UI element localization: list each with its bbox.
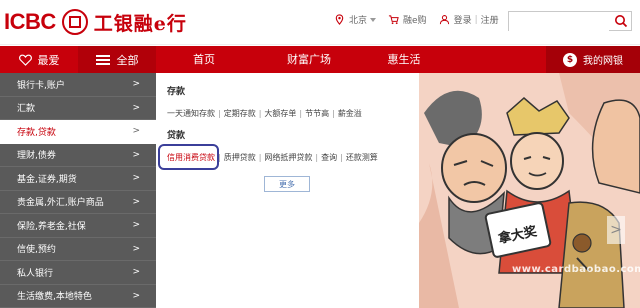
deposits-loans-panel: 存款 一天通知存款 | 定期存款 | 大额存单 | 节节高 | 薪金溢 贷款 信用消费贷… — [156, 73, 419, 308]
link-large-cd[interactable]: 大额存单 — [264, 108, 296, 119]
divider: | — [218, 153, 221, 162]
favorites-label: 最爱 — [37, 53, 60, 67]
nav-item-wealth-square[interactable]: 财富广场 — [252, 46, 366, 73]
sidebar-item-label: 汇款 — [17, 104, 36, 115]
link-jiejiegao[interactable]: 节节高 — [305, 108, 329, 119]
my-online-banking-button[interactable]: $ 我的网银 — [546, 46, 640, 73]
sidebar-item-private-banking[interactable]: 私人银行 > — [0, 261, 156, 285]
link-repayment-calculator[interactable]: 还款测算 — [346, 152, 378, 163]
location-pin-icon — [335, 14, 344, 25]
logo-chinese-text: 工银融e行 — [93, 12, 187, 35]
deposit-section-title: 存款 — [167, 87, 186, 97]
sidebar-item-insurance-pension[interactable]: 保险,养老金,社保 > — [0, 214, 156, 238]
link-one-day-notice-deposit[interactable]: 一天通知存款 — [167, 108, 215, 119]
sidebar-item-label: 保险,养老金,社保 — [17, 221, 86, 232]
sidebar-item-label: 贵金属,外汇,账户商品 — [17, 198, 104, 209]
mybank-label: 我的网银 — [583, 56, 623, 67]
loan-section-title: 贷款 — [167, 131, 186, 141]
link-fixed-deposit[interactable]: 定期存款 — [224, 108, 256, 119]
chevron-right-icon: > — [132, 267, 140, 278]
cart-link[interactable]: 融e购 — [388, 13, 427, 26]
cart-label: 融e购 — [403, 16, 427, 26]
search-input[interactable] — [509, 15, 609, 33]
sidebar-item-label: 银行卡,账户 — [17, 80, 65, 91]
main-nav: 最爱 全部 首页 财富广场 惠生活 $ 我的网银 — [0, 46, 640, 73]
sidebar-item-label: 理财,债券 — [17, 151, 56, 162]
nav-items: 首页 财富广场 惠生活 — [156, 46, 442, 73]
separator: | — [474, 14, 478, 25]
favorites-button[interactable]: 最爱 — [0, 46, 78, 73]
location-label: 北京 — [349, 16, 368, 26]
chevron-right-icon: > — [132, 79, 140, 90]
chevron-right-icon: > — [132, 243, 140, 254]
link-query[interactable]: 查询 — [321, 152, 337, 163]
search-icon[interactable] — [614, 14, 628, 28]
login-link[interactable]: 登录 — [454, 13, 472, 26]
all-categories-button[interactable]: 全部 — [78, 46, 156, 73]
sidebar-item-precious-metals[interactable]: 贵金属,外汇,账户商品 > — [0, 191, 156, 214]
chevron-right-icon: > — [132, 220, 140, 231]
chevron-right-icon: > — [132, 196, 140, 207]
link-salary-plus[interactable]: 薪金溢 — [338, 108, 362, 119]
category-sidebar: 银行卡,账户 > 汇款 > 存款,贷款 > 理财,债券 > 基金,证券,期货 > 贵金属,… — [0, 73, 156, 308]
user-links: 登录 | 注册 — [439, 13, 499, 26]
chevron-right-icon: > — [132, 126, 140, 137]
link-credit-consumer-loan[interactable]: 信用消费贷款 — [167, 152, 215, 163]
heart-icon — [18, 54, 32, 66]
register-link[interactable]: 注册 — [481, 13, 499, 26]
cart-icon — [388, 15, 399, 25]
menu-icon — [95, 54, 110, 65]
chevron-right-icon: > — [132, 102, 140, 113]
sidebar-item-label: 基金,证券,期货 — [17, 174, 77, 185]
top-header: ICBC 工银融e行 北京 融e购 登录 | 注册 — [0, 0, 640, 45]
sidebar-item-remittance[interactable]: 汇款 > — [0, 97, 156, 120]
nav-item-home[interactable]: 首页 — [156, 46, 252, 73]
divider: | — [340, 153, 343, 162]
user-icon — [439, 15, 449, 25]
sidebar-item-label: 私人银行 — [17, 268, 54, 279]
chevron-right-icon: > — [132, 290, 140, 301]
divider: | — [332, 109, 335, 118]
search-box — [508, 11, 632, 33]
sidebar-item-label: 存款,贷款 — [17, 127, 56, 138]
link-online-mortgage-loan[interactable]: 网络抵押贷款 — [264, 152, 312, 163]
divider: | — [299, 109, 303, 118]
nav-item-lifestyle[interactable]: 惠生活 — [366, 46, 442, 73]
watermark-text: www.cardbaobao.com — [512, 264, 640, 275]
sidebar-item-label: 信使,预约 — [17, 245, 56, 256]
money-bag-icon: $ — [563, 52, 577, 67]
more-button[interactable]: 更多 — [264, 176, 310, 192]
sidebar-item-bill-payments[interactable]: 生活缴费,本地特色 > — [0, 285, 156, 308]
sidebar-item-wealth-bonds[interactable]: 理财,债券 > — [0, 144, 156, 167]
loan-links: 信用消费贷款 | 质押贷款 | 网络抵押贷款 | 查询 | 还款测算 — [167, 152, 378, 163]
location-selector[interactable]: 北京 — [334, 13, 377, 26]
sidebar-item-messenger-booking[interactable]: 信使,预约 > — [0, 238, 156, 261]
icbc-seal-icon — [61, 9, 88, 35]
sidebar-item-cards-accounts[interactable]: 银行卡,账户 > — [0, 73, 156, 97]
chevron-right-icon: > — [132, 149, 140, 160]
divider: | — [315, 153, 319, 162]
divider: | — [258, 109, 262, 118]
logo-text: ICBC — [4, 9, 56, 34]
divider: | — [258, 153, 262, 162]
sidebar-item-label: 生活缴费,本地特色 — [17, 292, 92, 303]
sidebar-item-deposits-loans[interactable]: 存款,贷款 > — [0, 120, 156, 144]
link-pledge-loan[interactable]: 质押贷款 — [224, 152, 256, 163]
sidebar-item-funds-securities[interactable]: 基金,证券,期货 > — [0, 167, 156, 191]
chevron-right-icon: > — [132, 173, 140, 184]
chevron-down-icon — [370, 17, 377, 22]
top-links: 北京 融e购 登录 | 注册 — [334, 13, 511, 26]
banner-next-arrow-icon[interactable]: > — [607, 216, 625, 244]
all-label: 全部 — [116, 53, 139, 67]
icbc-logo[interactable]: ICBC 工银融e行 — [4, 6, 187, 38]
divider: | — [218, 109, 221, 118]
deposit-links: 一天通知存款 | 定期存款 | 大额存单 | 节节高 | 薪金溢 — [167, 108, 362, 119]
